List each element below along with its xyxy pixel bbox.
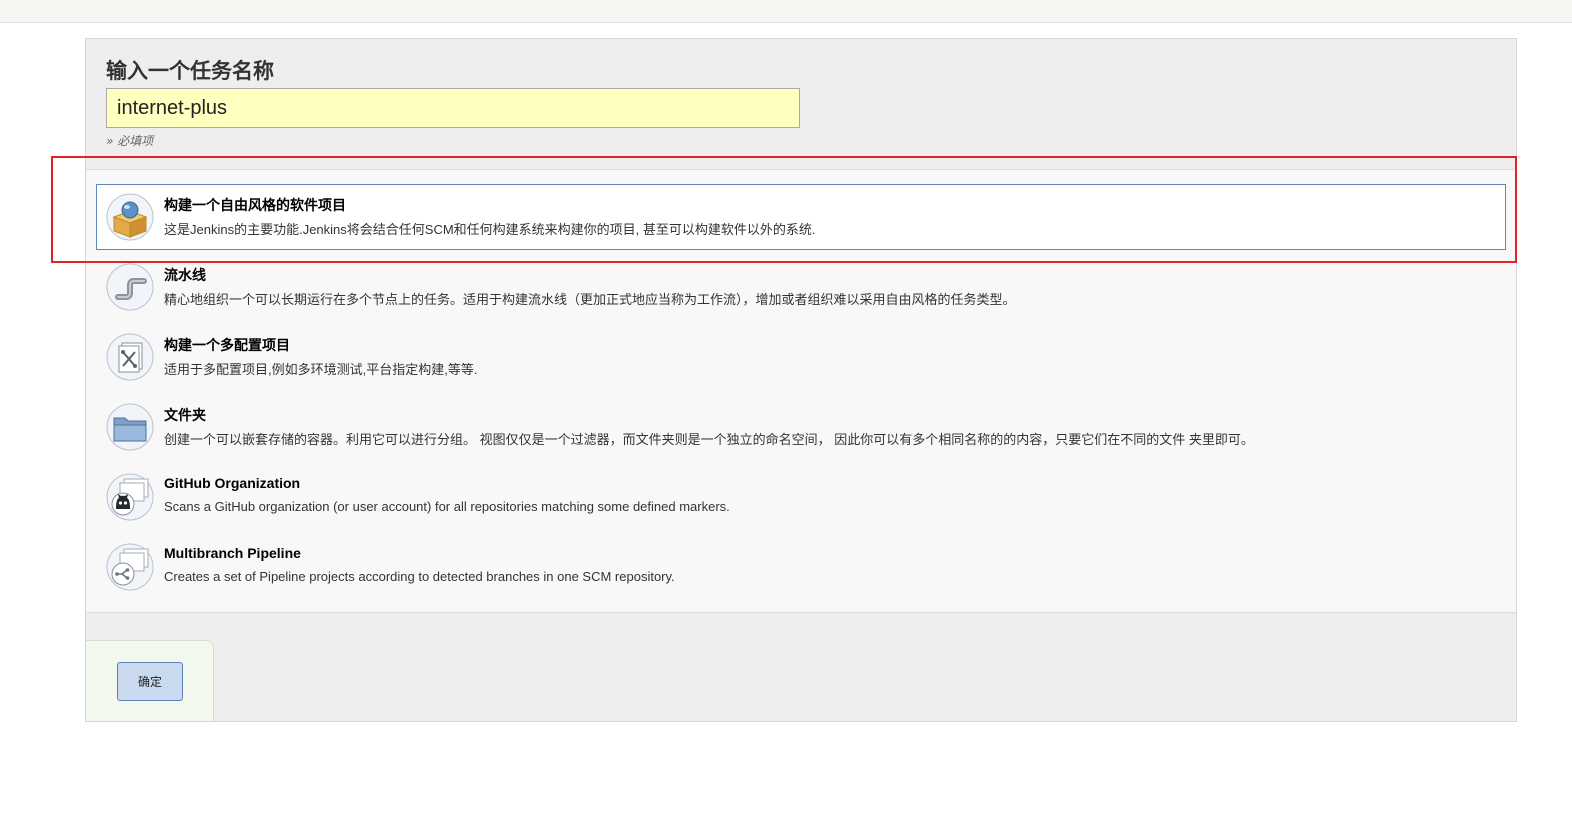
- item-label: 构建一个多配置项目: [164, 337, 290, 353]
- item-name-title: 输入一个任务名称: [106, 59, 274, 83]
- pipeline-icon: [106, 263, 154, 311]
- item-type-multibranch-pipeline[interactable]: Multibranch Pipeline Creates a set of Pi…: [96, 534, 1506, 600]
- form-footer: 确定: [86, 640, 214, 721]
- multi-config-icon: [106, 333, 154, 381]
- item-name-input[interactable]: [106, 88, 800, 128]
- item-type-github-organization[interactable]: GitHub Organization Scans a GitHub organ…: [96, 464, 1506, 530]
- item-description: Scans a GitHub organization (or user acc…: [164, 499, 730, 514]
- item-type-multi-config[interactable]: 构建一个多配置项目 适用于多配置项目,例如多环境测试,平台指定构建,等等.: [96, 324, 1506, 390]
- item-label: GitHub Organization: [164, 475, 301, 491]
- github-organization-icon: [106, 473, 154, 521]
- freestyle-package-icon: [106, 193, 154, 241]
- item-description: Creates a set of Pipeline projects accor…: [164, 569, 675, 584]
- ok-button[interactable]: 确定: [117, 662, 183, 701]
- item-description: 精心地组织一个可以长期运行在多个节点上的任务。适用于构建流水线（更加正式地应当称…: [164, 292, 1016, 307]
- item-type-list: 构建一个自由风格的软件项目 这是Jenkins的主要功能.Jenkins将会结合…: [86, 169, 1516, 613]
- required-hint: » 必填项: [106, 134, 154, 148]
- item-description: 创建一个可以嵌套存储的容器。利用它可以进行分组。 视图仅仅是一个过滤器，而文件夹…: [164, 432, 1254, 447]
- item-label: Multibranch Pipeline: [164, 545, 301, 561]
- top-header-strip: [0, 0, 1572, 23]
- item-label: 流水线: [164, 267, 206, 283]
- item-type-pipeline[interactable]: 流水线 精心地组织一个可以长期运行在多个节点上的任务。适用于构建流水线（更加正式…: [96, 254, 1506, 320]
- item-type-freestyle[interactable]: 构建一个自由风格的软件项目 这是Jenkins的主要功能.Jenkins将会结合…: [96, 184, 1506, 250]
- item-label: 文件夹: [164, 407, 206, 423]
- item-description: 适用于多配置项目,例如多环境测试,平台指定构建,等等.: [164, 362, 478, 377]
- item-label: 构建一个自由风格的软件项目: [164, 197, 346, 213]
- item-type-folder[interactable]: 文件夹 创建一个可以嵌套存储的容器。利用它可以进行分组。 视图仅仅是一个过滤器，…: [96, 394, 1506, 460]
- new-item-panel: 输入一个任务名称 » 必填项 构建一个自由风格的软件项目 这是Jenkins的主…: [85, 38, 1517, 722]
- folder-icon: [106, 403, 154, 451]
- item-description: 这是Jenkins的主要功能.Jenkins将会结合任何SCM和任何构建系统来构…: [164, 222, 816, 237]
- multibranch-pipeline-icon: [106, 543, 154, 591]
